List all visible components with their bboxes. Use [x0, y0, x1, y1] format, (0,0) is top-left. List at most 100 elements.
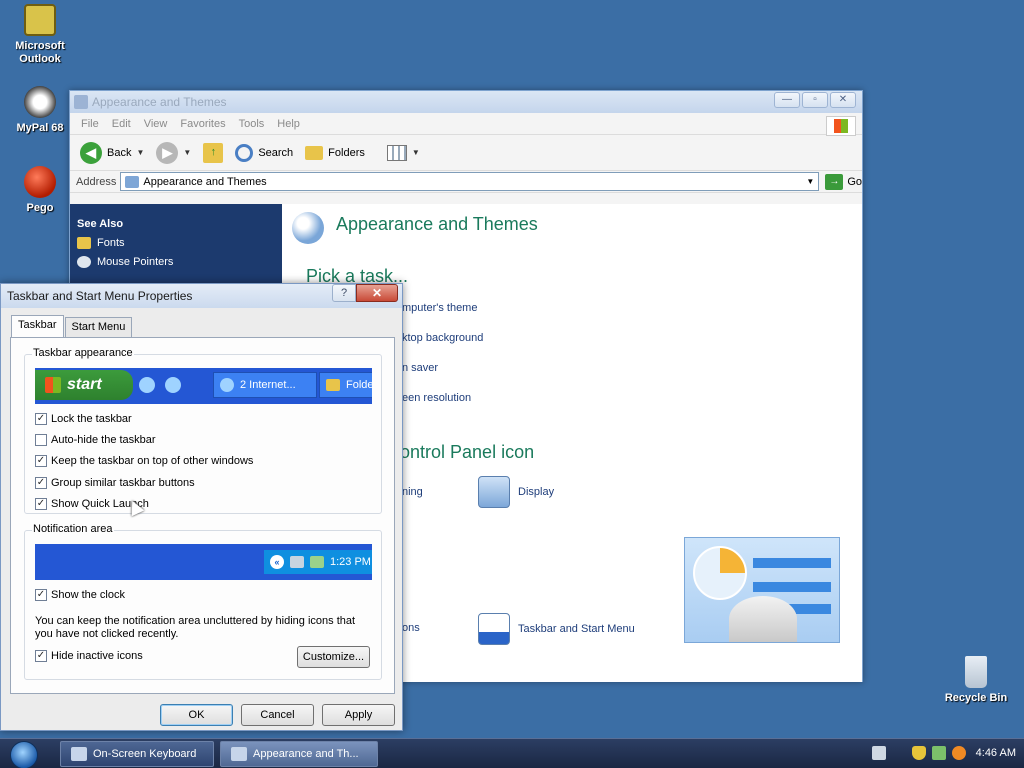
taskbar-item-on-screen-keyboard[interactable]: On-Screen Keyboard — [60, 741, 214, 767]
keyboard-tray-icon[interactable] — [871, 746, 886, 760]
group-buttons-checkbox[interactable]: ✓ Group similar taskbar buttons — [35, 477, 195, 489]
appearance-illustration — [684, 537, 840, 643]
chevron-left-icon: « — [270, 555, 284, 569]
auto-hide-checkbox[interactable]: Auto-hide the taskbar — [35, 434, 156, 446]
network-icon — [290, 556, 304, 568]
network-tray-icon[interactable] — [931, 746, 946, 760]
ie-icon — [220, 378, 234, 392]
up-folder-icon: ↑ — [203, 142, 224, 163]
taskbar-item-appearance[interactable]: Appearance and Th... — [220, 741, 378, 767]
desktop-icon-recycle-bin[interactable]: Recycle Bin — [938, 656, 1014, 705]
see-also-heading: See Also — [77, 218, 124, 230]
control-panel-heading: ontrol Panel icon — [400, 442, 535, 462]
dialog-titlebar[interactable]: Taskbar and Start Menu Properties ? ✕ — [1, 284, 402, 308]
checkbox[interactable]: ✓ — [35, 455, 47, 467]
menu-help[interactable]: Help — [277, 118, 300, 130]
toolbar: ◀ Back ▼ ▶ ▼ ↑ Search Folders ▼ — [70, 135, 862, 171]
address-bar: Address Appearance and Themes ▼ → Go — [70, 171, 862, 193]
dialog-title: Taskbar and Start Menu Properties — [7, 289, 193, 303]
cp-item-ons[interactable]: ons — [402, 622, 420, 634]
menu-view[interactable]: View — [144, 118, 168, 130]
pego-icon — [24, 166, 56, 198]
checkbox[interactable]: ✓ — [35, 650, 47, 662]
sidebar-item-mouse-pointers[interactable]: Mouse Pointers — [70, 249, 282, 268]
explorer-titlebar[interactable]: Appearance and Themes — ▫ ✕ — [70, 91, 862, 113]
ok-button[interactable]: OK — [160, 704, 233, 726]
keyboard-icon — [71, 747, 87, 761]
chevron-down-icon[interactable]: ▼ — [412, 148, 420, 157]
shield-icon[interactable] — [911, 746, 926, 760]
notification-description: You can keep the notification area unclu… — [35, 615, 356, 640]
ie-icon — [139, 377, 155, 393]
fonts-folder-icon — [77, 237, 91, 249]
menu-file[interactable]: File — [81, 118, 99, 130]
windows-logo-icon — [826, 116, 856, 136]
control-panel-icon — [231, 747, 247, 761]
up-button[interactable]: ↑ — [203, 142, 224, 163]
cp-item-taskbar-start-menu[interactable]: Taskbar and Start Menu — [478, 613, 635, 645]
minimize-button[interactable]: — — [774, 92, 800, 108]
keep-on-top-checkbox[interactable]: ✓ Keep the taskbar on top of other windo… — [35, 455, 253, 467]
search-tray-icon[interactable] — [951, 746, 966, 760]
checkbox[interactable]: ✓ — [35, 477, 47, 489]
windows-flag-icon — [45, 377, 61, 393]
tray-app-icon — [310, 556, 324, 568]
task-link-screen-saver[interactable]: n saver — [402, 362, 438, 374]
checkbox[interactable] — [35, 434, 47, 446]
help-button[interactable]: ? — [332, 284, 356, 302]
chevron-down-icon[interactable]: ▼ — [136, 148, 144, 157]
notification-area-group: Notification area « 1:23 PM ✓ Show the c… — [24, 523, 382, 680]
outlook-icon — [24, 4, 56, 36]
views-icon — [386, 144, 407, 161]
desktop-icon-mypal[interactable]: MyPal 68 — [2, 86, 78, 135]
forward-button[interactable]: ▶ ▼ — [156, 141, 191, 164]
tab-taskbar[interactable]: Taskbar — [11, 315, 64, 337]
menu-favorites[interactable]: Favorites — [180, 118, 225, 130]
checkbox[interactable]: ✓ — [35, 413, 47, 425]
dialog-close-button[interactable]: ✕ — [356, 284, 398, 302]
taskbar-clock[interactable]: 4:46 AM — [976, 747, 1016, 759]
taskbar-properties-dialog: Taskbar and Start Menu Properties ? ✕ Ta… — [0, 283, 403, 731]
customize-button[interactable]: Customize... — [297, 646, 370, 668]
back-arrow-icon: ◀ — [80, 141, 102, 164]
back-button[interactable]: ◀ Back ▼ — [80, 141, 144, 164]
views-button[interactable]: ▼ — [386, 144, 420, 161]
window-title: Appearance and Themes — [92, 95, 227, 109]
checkbox[interactable]: ✓ — [35, 589, 47, 601]
sidebar-item-fonts[interactable]: Fonts — [70, 230, 282, 249]
taskbar-preview: start 2 Internet... Folde — [35, 368, 372, 404]
hide-inactive-checkbox[interactable]: ✓ Hide inactive icons — [35, 650, 143, 662]
go-button[interactable]: → Go — [825, 173, 862, 190]
taskbar: On-Screen Keyboard Appearance and Th... … — [0, 738, 1024, 768]
group-label: Notification area — [32, 523, 114, 535]
lock-taskbar-checkbox[interactable]: ✓ Lock the taskbar — [35, 413, 132, 425]
menu-bar: File Edit View Favorites Tools Help — [70, 113, 862, 135]
tab-start-menu[interactable]: Start Menu — [64, 317, 133, 337]
folders-icon — [305, 145, 324, 160]
desktop-icon-pego[interactable]: Pego — [2, 166, 78, 215]
menu-tools[interactable]: Tools — [239, 118, 265, 130]
search-button[interactable]: Search — [235, 143, 293, 162]
start-orb-button[interactable] — [10, 741, 38, 768]
go-arrow-icon: → — [825, 173, 844, 190]
chevron-down-icon[interactable]: ▼ — [802, 173, 818, 190]
desktop-icon-outlook[interactable]: Microsoft Outlook — [2, 4, 78, 66]
cp-item-display[interactable]: Display — [478, 476, 554, 508]
address-input[interactable]: Appearance and Themes ▼ — [120, 172, 820, 191]
checkbox[interactable]: ✓ — [35, 498, 47, 510]
task-link-desktop-background[interactable]: ktop background — [402, 332, 483, 344]
task-link-theme[interactable]: mputer's theme — [402, 302, 477, 314]
show-clock-checkbox[interactable]: ✓ Show the clock — [35, 589, 125, 601]
task-link-screen-resolution[interactable]: een resolution — [402, 392, 471, 404]
close-button[interactable]: ✕ — [830, 92, 856, 108]
maximize-button[interactable]: ▫ — [802, 92, 828, 108]
start-button-preview: start — [35, 370, 133, 400]
forward-arrow-icon: ▶ — [156, 141, 179, 164]
apply-button[interactable]: Apply — [322, 704, 395, 726]
folders-button[interactable]: Folders — [305, 145, 365, 160]
cp-item-ning[interactable]: ning — [402, 486, 423, 498]
menu-edit[interactable]: Edit — [112, 118, 131, 130]
search-icon — [235, 143, 254, 162]
cancel-button[interactable]: Cancel — [241, 704, 314, 726]
chevron-down-icon[interactable]: ▼ — [183, 148, 191, 157]
